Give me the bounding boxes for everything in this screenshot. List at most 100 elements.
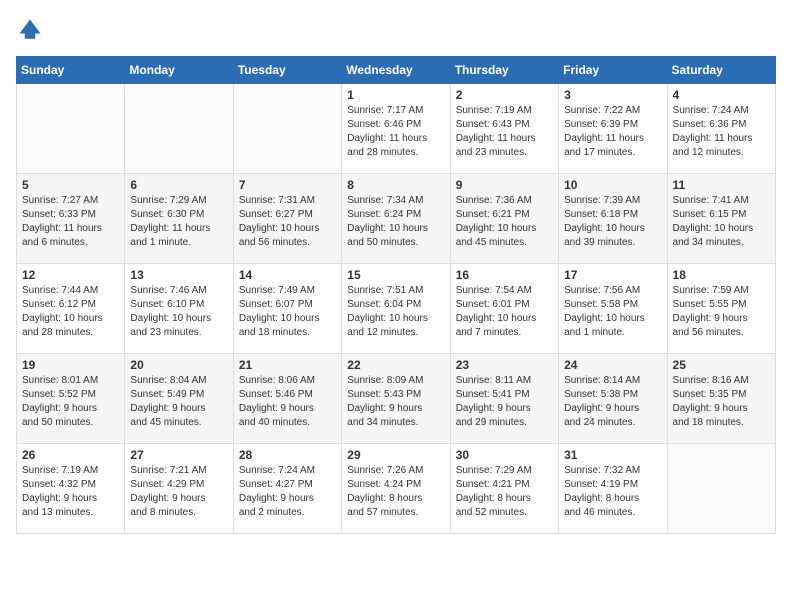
logo — [16, 16, 48, 44]
calendar-cell: 12 Sunrise: 7:44 AM Sunset: 6:12 PM Dayli… — [17, 264, 125, 354]
calendar-week-row: 5Sunrise: 7:27 AM Sunset: 6:33 PM Daylig… — [17, 174, 776, 264]
day-number: 26 — [22, 448, 119, 462]
day-info: Sunrise: 7:29 AM Sunset: 6:30 PM Dayligh… — [130, 194, 227, 250]
day-number: 27 — [130, 448, 227, 462]
calendar-cell: 11 Sunrise: 7:41 AM Sunset: 6:15 PM Dayli… — [667, 174, 775, 264]
calendar-cell — [233, 84, 341, 174]
calendar-week-row: 19 Sunrise: 8:01 AM Sunset: 5:52 PM Dayli… — [17, 354, 776, 444]
day-info: Sunrise: 7:49 AM Sunset: 6:07 PM Dayligh… — [239, 284, 336, 340]
day-number: 13 — [130, 268, 227, 282]
day-number: 15 — [347, 268, 444, 282]
day-info: Sunrise: 7:59 AM Sunset: 5:55 PM Dayligh… — [673, 284, 770, 340]
day-info: Sunrise: 8:09 AM Sunset: 5:43 PM Dayligh… — [347, 374, 444, 430]
day-info: Sunrise: 7:54 AM Sunset: 6:01 PM Dayligh… — [456, 284, 553, 340]
day-number: 17 — [564, 268, 661, 282]
calendar-cell: 29 Sunrise: 7:26 AM Sunset: 4:24 PM Dayli… — [342, 444, 450, 534]
calendar-cell: 30 Sunrise: 7:29 AM Sunset: 4:21 PM Dayli… — [450, 444, 558, 534]
calendar-cell: 20 Sunrise: 8:04 AM Sunset: 5:49 PM Dayli… — [125, 354, 233, 444]
day-info: Sunrise: 7:22 AM Sunset: 6:39 PM Dayligh… — [564, 104, 661, 160]
day-info: Sunrise: 7:17 AM Sunset: 6:46 PM Dayligh… — [347, 104, 444, 160]
day-info: Sunrise: 8:16 AM Sunset: 5:35 PM Dayligh… — [673, 374, 770, 430]
day-info: Sunrise: 7:24 AM Sunset: 6:36 PM Dayligh… — [673, 104, 770, 160]
day-number: 20 — [130, 358, 227, 372]
page-container: SundayMondayTuesdayWednesdayThursdayFrid… — [0, 0, 792, 546]
day-number: 21 — [239, 358, 336, 372]
weekday-header-thursday: Thursday — [450, 57, 558, 84]
day-info: Sunrise: 7:29 AM Sunset: 4:21 PM Dayligh… — [456, 464, 553, 520]
calendar-cell: 24Sunrise: 8:14 AM Sunset: 5:38 PM Dayli… — [559, 354, 667, 444]
page-header — [16, 16, 776, 44]
calendar-cell: 27 Sunrise: 7:21 AM Sunset: 4:29 PM Dayli… — [125, 444, 233, 534]
calendar-cell: 22 Sunrise: 8:09 AM Sunset: 5:43 PM Dayli… — [342, 354, 450, 444]
calendar-cell: 31Sunrise: 7:32 AM Sunset: 4:19 PM Dayli… — [559, 444, 667, 534]
calendar-cell: 26 Sunrise: 7:19 AM Sunset: 4:32 PM Dayli… — [17, 444, 125, 534]
weekday-header-friday: Friday — [559, 57, 667, 84]
day-number: 14 — [239, 268, 336, 282]
calendar-week-row: 12 Sunrise: 7:44 AM Sunset: 6:12 PM Dayli… — [17, 264, 776, 354]
day-number: 18 — [673, 268, 770, 282]
day-info: Sunrise: 7:19 AM Sunset: 6:43 PM Dayligh… — [456, 104, 553, 160]
calendar-cell: 21 Sunrise: 8:06 AM Sunset: 5:46 PM Dayli… — [233, 354, 341, 444]
day-info: Sunrise: 7:44 AM Sunset: 6:12 PM Dayligh… — [22, 284, 119, 340]
day-number: 29 — [347, 448, 444, 462]
day-info: Sunrise: 7:26 AM Sunset: 4:24 PM Dayligh… — [347, 464, 444, 520]
day-number: 22 — [347, 358, 444, 372]
day-number: 10 — [564, 178, 661, 192]
calendar-cell: 13Sunrise: 7:46 AM Sunset: 6:10 PM Dayli… — [125, 264, 233, 354]
day-info: Sunrise: 7:34 AM Sunset: 6:24 PM Dayligh… — [347, 194, 444, 250]
day-info: Sunrise: 7:27 AM Sunset: 6:33 PM Dayligh… — [22, 194, 119, 250]
day-number: 19 — [22, 358, 119, 372]
calendar-cell — [667, 444, 775, 534]
calendar-cell: 14 Sunrise: 7:49 AM Sunset: 6:07 PM Dayli… — [233, 264, 341, 354]
calendar-table: SundayMondayTuesdayWednesdayThursdayFrid… — [16, 56, 776, 534]
day-info: Sunrise: 8:01 AM Sunset: 5:52 PM Dayligh… — [22, 374, 119, 430]
day-number: 6 — [130, 178, 227, 192]
calendar-cell: 8 Sunrise: 7:34 AM Sunset: 6:24 PM Daylig… — [342, 174, 450, 264]
day-number: 23 — [456, 358, 553, 372]
calendar-cell — [17, 84, 125, 174]
weekday-header-tuesday: Tuesday — [233, 57, 341, 84]
calendar-cell: 4 Sunrise: 7:24 AM Sunset: 6:36 PM Daylig… — [667, 84, 775, 174]
calendar-week-row: 1 Sunrise: 7:17 AM Sunset: 6:46 PM Daylig… — [17, 84, 776, 174]
day-info: Sunrise: 7:32 AM Sunset: 4:19 PM Dayligh… — [564, 464, 661, 520]
day-info: Sunrise: 7:31 AM Sunset: 6:27 PM Dayligh… — [239, 194, 336, 250]
day-number: 28 — [239, 448, 336, 462]
day-info: Sunrise: 8:11 AM Sunset: 5:41 PM Dayligh… — [456, 374, 553, 430]
weekday-header-row: SundayMondayTuesdayWednesdayThursdayFrid… — [17, 57, 776, 84]
calendar-cell: 18 Sunrise: 7:59 AM Sunset: 5:55 PM Dayli… — [667, 264, 775, 354]
weekday-header-saturday: Saturday — [667, 57, 775, 84]
calendar-cell: 28Sunrise: 7:24 AM Sunset: 4:27 PM Dayli… — [233, 444, 341, 534]
calendar-cell: 5Sunrise: 7:27 AM Sunset: 6:33 PM Daylig… — [17, 174, 125, 264]
day-number: 4 — [673, 88, 770, 102]
weekday-header-monday: Monday — [125, 57, 233, 84]
day-info: Sunrise: 7:19 AM Sunset: 4:32 PM Dayligh… — [22, 464, 119, 520]
day-number: 7 — [239, 178, 336, 192]
calendar-cell — [125, 84, 233, 174]
day-number: 1 — [347, 88, 444, 102]
calendar-cell: 7 Sunrise: 7:31 AM Sunset: 6:27 PM Daylig… — [233, 174, 341, 264]
day-info: Sunrise: 7:56 AM Sunset: 5:58 PM Dayligh… — [564, 284, 661, 340]
day-info: Sunrise: 8:04 AM Sunset: 5:49 PM Dayligh… — [130, 374, 227, 430]
calendar-cell: 2 Sunrise: 7:19 AM Sunset: 6:43 PM Daylig… — [450, 84, 558, 174]
calendar-cell: 23 Sunrise: 8:11 AM Sunset: 5:41 PM Dayli… — [450, 354, 558, 444]
day-number: 12 — [22, 268, 119, 282]
calendar-cell: 17 Sunrise: 7:56 AM Sunset: 5:58 PM Dayli… — [559, 264, 667, 354]
weekday-header-sunday: Sunday — [17, 57, 125, 84]
day-number: 3 — [564, 88, 661, 102]
day-number: 8 — [347, 178, 444, 192]
calendar-cell: 15Sunrise: 7:51 AM Sunset: 6:04 PM Dayli… — [342, 264, 450, 354]
calendar-cell: 9Sunrise: 7:36 AM Sunset: 6:21 PM Daylig… — [450, 174, 558, 264]
day-info: Sunrise: 7:39 AM Sunset: 6:18 PM Dayligh… — [564, 194, 661, 250]
day-number: 11 — [673, 178, 770, 192]
day-number: 2 — [456, 88, 553, 102]
calendar-cell: 1 Sunrise: 7:17 AM Sunset: 6:46 PM Daylig… — [342, 84, 450, 174]
calendar-cell: 25Sunrise: 8:16 AM Sunset: 5:35 PM Dayli… — [667, 354, 775, 444]
day-info: Sunrise: 7:41 AM Sunset: 6:15 PM Dayligh… — [673, 194, 770, 250]
day-info: Sunrise: 7:21 AM Sunset: 4:29 PM Dayligh… — [130, 464, 227, 520]
calendar-cell: 10 Sunrise: 7:39 AM Sunset: 6:18 PM Dayli… — [559, 174, 667, 264]
day-info: Sunrise: 8:06 AM Sunset: 5:46 PM Dayligh… — [239, 374, 336, 430]
day-number: 30 — [456, 448, 553, 462]
calendar-week-row: 26 Sunrise: 7:19 AM Sunset: 4:32 PM Dayli… — [17, 444, 776, 534]
calendar-cell: 16Sunrise: 7:54 AM Sunset: 6:01 PM Dayli… — [450, 264, 558, 354]
calendar-cell: 3 Sunrise: 7:22 AM Sunset: 6:39 PM Daylig… — [559, 84, 667, 174]
